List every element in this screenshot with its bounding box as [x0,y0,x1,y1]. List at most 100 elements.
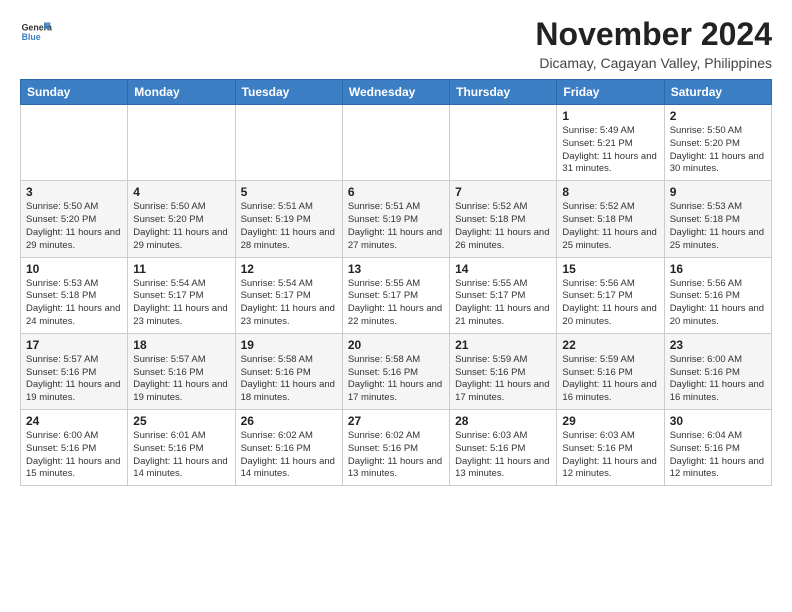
day-info: Sunrise: 6:00 AM Sunset: 5:16 PM Dayligh… [670,354,766,405]
calendar-cell: 3 Sunrise: 5:50 AM Sunset: 5:20 PM Daylig… [21,181,128,257]
day-number: 6 [348,185,444,199]
day-number: 15 [562,262,658,276]
day-info: Sunrise: 5:59 AM Sunset: 5:16 PM Dayligh… [562,354,658,405]
calendar-header-row: SundayMondayTuesdayWednesdayThursdayFrid… [21,80,772,105]
day-info: Sunrise: 5:53 AM Sunset: 5:18 PM Dayligh… [670,201,766,252]
day-number: 4 [133,185,229,199]
day-number: 28 [455,414,551,428]
day-info: Sunrise: 6:00 AM Sunset: 5:16 PM Dayligh… [26,430,122,481]
day-number: 1 [562,109,658,123]
day-info: Sunrise: 5:52 AM Sunset: 5:18 PM Dayligh… [455,201,551,252]
calendar-cell [128,105,235,181]
day-info: Sunrise: 5:54 AM Sunset: 5:17 PM Dayligh… [133,278,229,329]
calendar-cell: 14 Sunrise: 5:55 AM Sunset: 5:17 PM Dayli… [450,257,557,333]
calendar-cell [235,105,342,181]
calendar-cell: 2 Sunrise: 5:50 AM Sunset: 5:20 PM Daylig… [664,105,771,181]
calendar-cell: 6 Sunrise: 5:51 AM Sunset: 5:19 PM Daylig… [342,181,449,257]
col-header-tuesday: Tuesday [235,80,342,105]
day-number: 27 [348,414,444,428]
day-info: Sunrise: 5:57 AM Sunset: 5:16 PM Dayligh… [26,354,122,405]
day-number: 16 [670,262,766,276]
day-number: 13 [348,262,444,276]
day-number: 22 [562,338,658,352]
calendar-cell: 22 Sunrise: 5:59 AM Sunset: 5:16 PM Dayli… [557,333,664,409]
calendar-cell [450,105,557,181]
day-number: 5 [241,185,337,199]
col-header-saturday: Saturday [664,80,771,105]
calendar-cell: 19Sunrise: 5:58 AM Sunset: 5:16 PM Dayli… [235,333,342,409]
day-info: Sunrise: 5:57 AM Sunset: 5:16 PM Dayligh… [133,354,229,405]
day-info: Sunrise: 5:55 AM Sunset: 5:17 PM Dayligh… [455,278,551,329]
day-number: 26 [241,414,337,428]
day-info: Sunrise: 5:56 AM Sunset: 5:16 PM Dayligh… [670,278,766,329]
day-number: 21 [455,338,551,352]
calendar-cell: 13 Sunrise: 5:55 AM Sunset: 5:17 PM Dayli… [342,257,449,333]
calendar-table: SundayMondayTuesdayWednesdayThursdayFrid… [20,79,772,486]
calendar-week-4: 17 Sunrise: 5:57 AM Sunset: 5:16 PM Dayli… [21,333,772,409]
day-number: 17 [26,338,122,352]
day-number: 29 [562,414,658,428]
col-header-thursday: Thursday [450,80,557,105]
calendar-cell: 24 Sunrise: 6:00 AM Sunset: 5:16 PM Dayli… [21,410,128,486]
day-info: Sunrise: 5:50 AM Sunset: 5:20 PM Dayligh… [26,201,122,252]
calendar-cell [21,105,128,181]
calendar-week-2: 3 Sunrise: 5:50 AM Sunset: 5:20 PM Daylig… [21,181,772,257]
day-info: Sunrise: 5:51 AM Sunset: 5:19 PM Dayligh… [241,201,337,252]
page-header: General Blue November 2024 Dicamay, Caga… [20,16,772,71]
col-header-friday: Friday [557,80,664,105]
calendar-cell: 15 Sunrise: 5:56 AM Sunset: 5:17 PM Dayli… [557,257,664,333]
calendar-cell: 29 Sunrise: 6:03 AM Sunset: 5:16 PM Dayli… [557,410,664,486]
calendar-week-5: 24 Sunrise: 6:00 AM Sunset: 5:16 PM Dayli… [21,410,772,486]
day-info: Sunrise: 5:58 AM Sunset: 5:16 PM Dayligh… [241,354,337,405]
day-number: 25 [133,414,229,428]
logo: General Blue [20,16,52,48]
calendar-cell: 12Sunrise: 5:54 AM Sunset: 5:17 PM Dayli… [235,257,342,333]
day-info: Sunrise: 6:02 AM Sunset: 5:16 PM Dayligh… [348,430,444,481]
calendar-cell: 18 Sunrise: 5:57 AM Sunset: 5:16 PM Dayli… [128,333,235,409]
day-info: Sunrise: 6:03 AM Sunset: 5:16 PM Dayligh… [562,430,658,481]
day-info: Sunrise: 5:50 AM Sunset: 5:20 PM Dayligh… [133,201,229,252]
calendar-cell: 1Sunrise: 5:49 AM Sunset: 5:21 PM Daylig… [557,105,664,181]
location: Dicamay, Cagayan Valley, Philippines [535,55,772,71]
day-number: 9 [670,185,766,199]
calendar-week-1: 1Sunrise: 5:49 AM Sunset: 5:21 PM Daylig… [21,105,772,181]
day-number: 30 [670,414,766,428]
day-info: Sunrise: 5:53 AM Sunset: 5:18 PM Dayligh… [26,278,122,329]
calendar-cell: 17 Sunrise: 5:57 AM Sunset: 5:16 PM Dayli… [21,333,128,409]
calendar-week-3: 10 Sunrise: 5:53 AM Sunset: 5:18 PM Dayli… [21,257,772,333]
calendar-cell: 4 Sunrise: 5:50 AM Sunset: 5:20 PM Daylig… [128,181,235,257]
calendar-cell: 26 Sunrise: 6:02 AM Sunset: 5:16 PM Dayli… [235,410,342,486]
title-block: November 2024 Dicamay, Cagayan Valley, P… [535,16,772,71]
calendar-cell: 25 Sunrise: 6:01 AM Sunset: 5:16 PM Dayli… [128,410,235,486]
day-info: Sunrise: 5:54 AM Sunset: 5:17 PM Dayligh… [241,278,337,329]
calendar-cell: 16 Sunrise: 5:56 AM Sunset: 5:16 PM Dayli… [664,257,771,333]
day-info: Sunrise: 5:51 AM Sunset: 5:19 PM Dayligh… [348,201,444,252]
calendar-cell: 21 Sunrise: 5:59 AM Sunset: 5:16 PM Dayli… [450,333,557,409]
calendar-cell: 23Sunrise: 6:00 AM Sunset: 5:16 PM Dayli… [664,333,771,409]
calendar-cell: 28Sunrise: 6:03 AM Sunset: 5:16 PM Dayli… [450,410,557,486]
day-number: 7 [455,185,551,199]
calendar-cell: 8Sunrise: 5:52 AM Sunset: 5:18 PM Daylig… [557,181,664,257]
day-number: 3 [26,185,122,199]
day-number: 8 [562,185,658,199]
day-info: Sunrise: 5:50 AM Sunset: 5:20 PM Dayligh… [670,125,766,176]
svg-text:Blue: Blue [22,32,41,42]
day-number: 24 [26,414,122,428]
day-info: Sunrise: 5:55 AM Sunset: 5:17 PM Dayligh… [348,278,444,329]
calendar-cell: 7 Sunrise: 5:52 AM Sunset: 5:18 PM Daylig… [450,181,557,257]
day-number: 18 [133,338,229,352]
day-number: 11 [133,262,229,276]
col-header-wednesday: Wednesday [342,80,449,105]
day-number: 2 [670,109,766,123]
calendar-cell: 10 Sunrise: 5:53 AM Sunset: 5:18 PM Dayli… [21,257,128,333]
col-header-monday: Monday [128,80,235,105]
day-info: Sunrise: 6:02 AM Sunset: 5:16 PM Dayligh… [241,430,337,481]
day-info: Sunrise: 5:59 AM Sunset: 5:16 PM Dayligh… [455,354,551,405]
day-number: 10 [26,262,122,276]
calendar-cell: 27 Sunrise: 6:02 AM Sunset: 5:16 PM Dayli… [342,410,449,486]
day-number: 14 [455,262,551,276]
day-info: Sunrise: 5:56 AM Sunset: 5:17 PM Dayligh… [562,278,658,329]
day-info: Sunrise: 6:01 AM Sunset: 5:16 PM Dayligh… [133,430,229,481]
month-title: November 2024 [535,16,772,53]
calendar-cell: 30Sunrise: 6:04 AM Sunset: 5:16 PM Dayli… [664,410,771,486]
